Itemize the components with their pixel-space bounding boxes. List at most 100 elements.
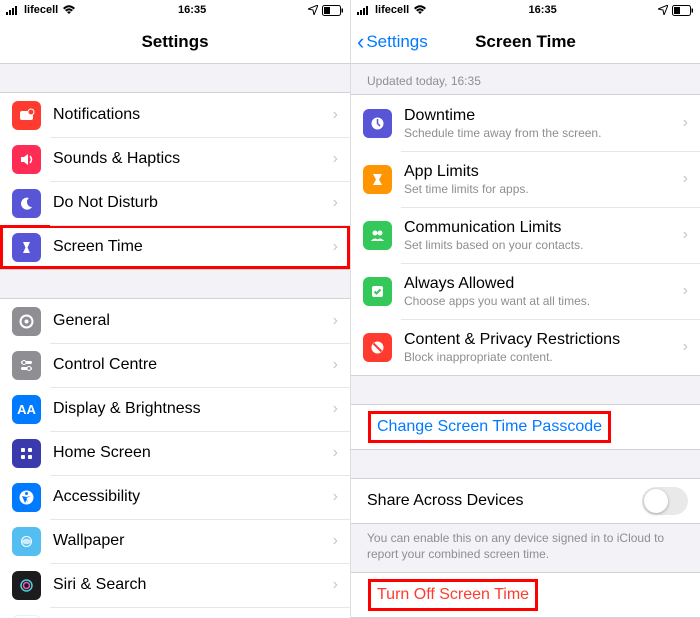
commlimits-sub: Set limits based on your contacts. xyxy=(404,238,683,252)
applimits-sub: Set time limits for apps. xyxy=(404,182,683,196)
nav-bar: Settings xyxy=(0,20,350,64)
turn-off-label: Turn Off Screen Time xyxy=(369,580,537,610)
dnd-row[interactable]: Do Not Disturb › xyxy=(0,181,350,225)
allowed-sub: Choose apps you want at all times. xyxy=(404,294,683,308)
applimits-icon xyxy=(363,165,392,194)
general-row[interactable]: General › xyxy=(0,299,350,343)
chevron-icon: › xyxy=(333,400,350,418)
chevron-icon: › xyxy=(683,170,700,188)
applimits-row[interactable]: App Limits Set time limits for apps. › xyxy=(351,151,700,207)
screentime-screen: lifecell 16:35 ‹ Settings Screen Time Up… xyxy=(350,0,700,618)
chevron-icon: › xyxy=(683,282,700,300)
commlimits-icon xyxy=(363,221,392,250)
downtime-row[interactable]: Downtime Schedule time away from the scr… xyxy=(351,95,700,151)
applimits-label: App Limits xyxy=(404,163,683,181)
status-bar: lifecell 16:35 xyxy=(0,0,350,20)
sounds-row[interactable]: Sounds & Haptics › xyxy=(0,137,350,181)
chevron-icon: › xyxy=(333,576,350,594)
notifications-label: Notifications xyxy=(53,106,333,124)
downtime-label: Downtime xyxy=(404,107,683,125)
restrictions-row[interactable]: Content & Privacy Restrictions Block ina… xyxy=(351,319,700,375)
share-devices-label: Share Across Devices xyxy=(367,492,642,510)
chevron-icon: › xyxy=(333,238,350,256)
share-group: Share Across Devices xyxy=(351,478,700,524)
siri-icon xyxy=(12,571,41,600)
updated-label: Updated today, 16:35 xyxy=(351,64,700,94)
downtime-sub: Schedule time away from the screen. xyxy=(404,126,683,140)
display-icon: AA xyxy=(12,395,41,424)
sounds-icon xyxy=(12,145,41,174)
share-devices-switch[interactable] xyxy=(642,487,688,515)
chevron-icon: › xyxy=(683,226,700,244)
screentime-list[interactable]: Updated today, 16:35 Downtime Schedule t… xyxy=(351,64,700,618)
carrier-label: lifecell xyxy=(24,4,58,16)
signal-icon xyxy=(6,5,20,15)
clock-label: 16:35 xyxy=(529,4,557,16)
home-screen-icon xyxy=(12,439,41,468)
restrictions-label: Content & Privacy Restrictions xyxy=(404,331,683,349)
chevron-icon: › xyxy=(333,444,350,462)
display-label: Display & Brightness xyxy=(53,400,333,418)
settings-group-2: General › Control Centre › AA Display & … xyxy=(0,298,350,618)
battery-icon xyxy=(322,5,344,16)
change-passcode-label: Change Screen Time Passcode xyxy=(369,412,610,442)
home-screen-label: Home Screen xyxy=(53,444,333,462)
wifi-icon xyxy=(413,5,427,15)
commlimits-row[interactable]: Communication Limits Set limits based on… xyxy=(351,207,700,263)
settings-group-1: Notifications › Sounds & Haptics › Do No… xyxy=(0,92,350,270)
dnd-icon xyxy=(12,189,41,218)
downtime-icon xyxy=(363,109,392,138)
signal-icon xyxy=(357,5,371,15)
chevron-icon: › xyxy=(333,532,350,550)
settings-screen: lifecell 16:35 Settings Notifications xyxy=(0,0,350,618)
back-label: Settings xyxy=(366,32,427,52)
allowed-label: Always Allowed xyxy=(404,275,683,293)
clock-label: 16:35 xyxy=(178,4,206,16)
notifications-row[interactable]: Notifications › xyxy=(0,93,350,137)
back-button[interactable]: ‹ Settings xyxy=(351,29,428,55)
nav-bar: ‹ Settings Screen Time xyxy=(351,20,700,64)
chevron-icon: › xyxy=(683,338,700,356)
share-devices-row[interactable]: Share Across Devices xyxy=(351,479,700,523)
chevron-icon: › xyxy=(333,106,350,124)
location-icon xyxy=(308,5,318,15)
settings-list[interactable]: Notifications › Sounds & Haptics › Do No… xyxy=(0,64,350,618)
turnoff-group: Turn Off Screen Time xyxy=(351,572,700,618)
page-title: Settings xyxy=(0,32,350,52)
control-centre-row[interactable]: Control Centre › xyxy=(0,343,350,387)
chevron-icon: › xyxy=(333,194,350,212)
accessibility-icon xyxy=(12,483,41,512)
chevron-icon: › xyxy=(683,114,700,132)
display-row[interactable]: AA Display & Brightness › xyxy=(0,387,350,431)
restrictions-sub: Block inappropriate content. xyxy=(404,350,683,364)
change-passcode-button[interactable]: Change Screen Time Passcode xyxy=(351,405,700,449)
chevron-icon: › xyxy=(333,356,350,374)
chevron-icon: › xyxy=(333,312,350,330)
screen-time-row[interactable]: Screen Time › xyxy=(0,225,350,269)
gear-icon xyxy=(12,307,41,336)
control-centre-icon xyxy=(12,351,41,380)
accessibility-row[interactable]: Accessibility › xyxy=(0,475,350,519)
dnd-label: Do Not Disturb xyxy=(53,194,333,212)
chevron-left-icon: ‹ xyxy=(357,29,364,55)
touchid-row[interactable]: Touch ID & Passcode › xyxy=(0,607,350,618)
chevron-icon: › xyxy=(333,150,350,168)
screen-time-icon xyxy=(12,233,41,262)
wallpaper-row[interactable]: Wallpaper › xyxy=(0,519,350,563)
wifi-icon xyxy=(62,5,76,15)
share-footer-text: You can enable this on any device signed… xyxy=(351,524,700,572)
battery-icon xyxy=(672,5,694,16)
commlimits-label: Communication Limits xyxy=(404,219,683,237)
general-label: General xyxy=(53,312,333,330)
wallpaper-icon xyxy=(12,527,41,556)
notifications-icon xyxy=(12,101,41,130)
home-screen-row[interactable]: Home Screen › xyxy=(0,431,350,475)
accessibility-label: Accessibility xyxy=(53,488,333,506)
siri-row[interactable]: Siri & Search › xyxy=(0,563,350,607)
restrictions-icon xyxy=(363,333,392,362)
wallpaper-label: Wallpaper xyxy=(53,532,333,550)
passcode-group: Change Screen Time Passcode xyxy=(351,404,700,450)
allowed-row[interactable]: Always Allowed Choose apps you want at a… xyxy=(351,263,700,319)
turn-off-button[interactable]: Turn Off Screen Time xyxy=(351,573,700,617)
chevron-icon: › xyxy=(333,488,350,506)
